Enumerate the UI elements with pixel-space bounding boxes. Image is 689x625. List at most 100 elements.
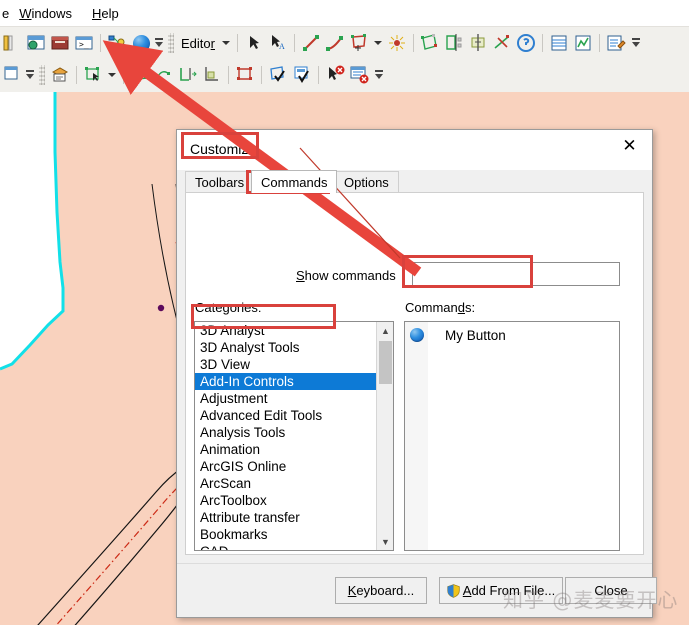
topology-advanced-editing-toolbar xyxy=(0,58,689,93)
chevron-down-icon[interactable] xyxy=(373,41,382,45)
svg-text:A: A xyxy=(279,42,285,51)
straight-segment-icon[interactable] xyxy=(300,32,322,54)
python-window-icon[interactable]: >_ xyxy=(73,32,95,54)
endpoint-arc-segment-icon[interactable] xyxy=(324,32,346,54)
menu-item-help-label: elp xyxy=(101,5,119,21)
chevron-down-icon[interactable] xyxy=(108,73,116,77)
list-item[interactable]: Animation xyxy=(195,441,376,458)
snapping-window-icon[interactable] xyxy=(1,64,23,86)
toolbar-separator xyxy=(228,66,229,84)
toolbar-overflow-chevron[interactable] xyxy=(373,64,385,86)
scroll-up-icon[interactable]: ▲ xyxy=(377,322,393,339)
close-icon[interactable]: ✕ xyxy=(607,130,652,160)
keyboard-button-label: eyboard... xyxy=(356,583,415,598)
chevron-down-icon[interactable] xyxy=(221,41,230,45)
blue-sphere-icon xyxy=(405,322,428,348)
table-of-contents-icon[interactable] xyxy=(25,32,47,54)
command-label: My Button xyxy=(445,327,506,343)
keyboard-button[interactable]: Keyboard... xyxy=(335,577,427,604)
clear-selection-icon[interactable] xyxy=(324,64,346,86)
toolbar-separator xyxy=(541,34,543,52)
modify-feature-icon[interactable] xyxy=(234,64,256,86)
toolbar-overflow-chevron[interactable] xyxy=(153,32,165,54)
sketch-properties-icon[interactable] xyxy=(605,32,627,54)
arcmap-application-window: e Windows Help >_ Editor A Customize ✕ T… xyxy=(0,0,689,625)
toolbar-grip[interactable] xyxy=(168,33,174,53)
menu-item-help[interactable]: Help xyxy=(82,3,129,24)
toolbar-separator xyxy=(123,66,124,84)
toolbar-grip[interactable] xyxy=(39,65,45,85)
list-item[interactable]: CAD xyxy=(195,543,376,550)
layers-panel-icon[interactable] xyxy=(1,32,23,54)
list-item[interactable]: ArcGIS Online xyxy=(195,458,376,475)
my-button-blue-sphere-icon[interactable] xyxy=(130,32,152,54)
show-commands-label: Show commands xyxy=(296,268,396,283)
list-item[interactable]: Attribute transfer xyxy=(195,509,376,526)
blue-sphere-glyph xyxy=(409,328,424,342)
validate-topology-icon[interactable] xyxy=(267,64,289,86)
dialog-tab-strip: Toolbars Commands Options xyxy=(185,170,644,193)
commands-label: Commands: xyxy=(405,300,476,315)
split-tool-icon[interactable] xyxy=(443,32,465,54)
attributes-table-icon[interactable] xyxy=(515,32,537,54)
categories-scrollbar[interactable]: ▲ ▼ xyxy=(376,322,393,550)
commands-list[interactable]: My Button xyxy=(404,321,620,551)
menu-item-clipped[interactable]: e xyxy=(0,6,9,21)
list-item[interactable]: ArcToolbox xyxy=(195,492,376,509)
tab-options[interactable]: Options xyxy=(334,171,399,193)
tab-toolbars[interactable]: Toolbars xyxy=(185,171,255,193)
construct-features-icon[interactable] xyxy=(129,64,151,86)
list-item[interactable]: Adjustment xyxy=(195,390,376,407)
customize-dialog: Customize ✕ Toolbars Commands Options Sh… xyxy=(176,129,657,618)
list-item[interactable]: Analysis Tools xyxy=(195,424,376,441)
commands-tab-panel: Show commands Categories: Commands: 3D A… xyxy=(185,192,644,591)
planarize-lines-icon[interactable] xyxy=(153,64,175,86)
list-item-add-in-controls[interactable]: Add-In Controls xyxy=(195,373,376,390)
topology-icon[interactable] xyxy=(49,64,71,86)
tab-commands[interactable]: Commands xyxy=(251,170,338,193)
graph-icon[interactable] xyxy=(572,32,594,54)
editor-menu-label: Edito xyxy=(181,35,211,51)
watermark: 知乎 @麦麦要开心 xyxy=(503,588,679,612)
highlight-my-button xyxy=(402,255,533,288)
create-features-icon[interactable] xyxy=(348,32,370,54)
list-item-my-button[interactable]: My Button xyxy=(405,322,619,348)
edit-annotation-tool-icon[interactable]: A xyxy=(267,32,289,54)
scrollbar-thumb[interactable] xyxy=(379,341,392,384)
catalog-icon[interactable] xyxy=(49,32,71,54)
list-item[interactable]: 3D Analyst Tools xyxy=(195,339,376,356)
list-item[interactable]: Advanced Edit Tools xyxy=(195,407,376,424)
scroll-down-icon[interactable]: ▼ xyxy=(377,533,393,550)
table-icon[interactable] xyxy=(548,32,570,54)
error-inspector-icon[interactable] xyxy=(348,64,370,86)
edit-tool-icon[interactable] xyxy=(243,32,265,54)
svg-text:>_: >_ xyxy=(79,40,89,49)
categories-list[interactable]: 3D Analyst 3D Analyst Tools 3D View Add-… xyxy=(194,321,394,551)
menu-item-windows[interactable]: Windows xyxy=(9,3,82,24)
toolbar-separator xyxy=(76,66,77,84)
reshape-feature-icon[interactable] xyxy=(386,32,408,54)
list-item[interactable]: Bookmarks xyxy=(195,526,376,543)
editor-menu-button[interactable]: Editor xyxy=(177,36,219,51)
list-item[interactable]: ArcScan xyxy=(195,475,376,492)
toolbar-overflow-chevron[interactable] xyxy=(630,32,642,54)
list-item[interactable]: 3D View xyxy=(195,356,376,373)
commands-list-gutter xyxy=(405,322,428,550)
toolbar-separator xyxy=(318,66,319,84)
summarize-icon[interactable] xyxy=(201,64,223,86)
categories-list-items: 3D Analyst 3D Analyst Tools 3D View Add-… xyxy=(195,322,376,550)
toolbar-separator xyxy=(100,34,101,52)
mirror-features-icon[interactable] xyxy=(467,32,489,54)
model-builder-icon[interactable] xyxy=(106,32,128,54)
validate-entire-topology-icon[interactable] xyxy=(291,64,313,86)
rotate-icon[interactable] xyxy=(491,32,513,54)
standard-editor-toolbar: >_ Editor A xyxy=(0,26,689,60)
build-polygons-icon[interactable] xyxy=(177,64,199,86)
blue-sphere-glyph xyxy=(132,34,150,52)
menu-item-windows-label: indows xyxy=(31,5,72,21)
highlight-add-in-controls xyxy=(191,304,336,329)
select-topology-icon[interactable] xyxy=(82,64,104,86)
toolbar-overflow-chevron[interactable] xyxy=(24,64,36,86)
cut-polygons-icon[interactable] xyxy=(419,32,441,54)
toolbar-separator xyxy=(412,34,414,52)
